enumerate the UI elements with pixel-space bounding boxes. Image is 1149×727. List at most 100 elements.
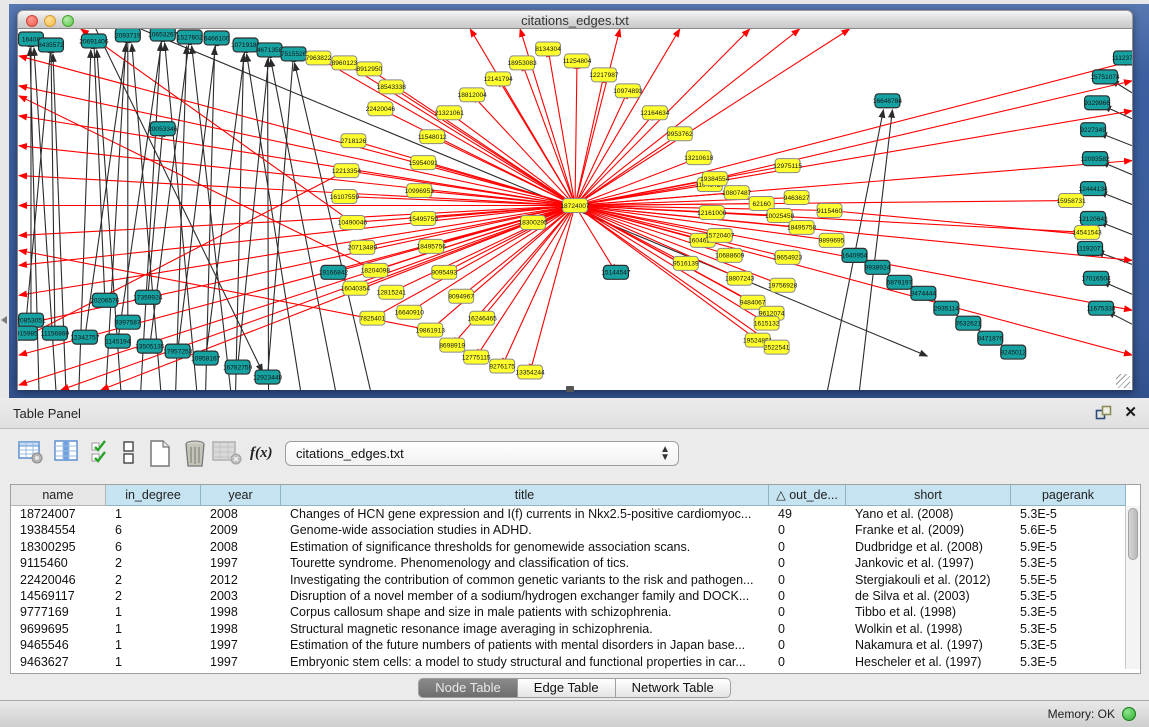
citation-edge-black[interactable]: [236, 54, 244, 390]
table-cell: Stergiakouli et al. (2012): [846, 572, 1011, 588]
column-header-pagerank[interactable]: pagerank: [1011, 485, 1126, 506]
column-header-out-de-[interactable]: △ out_de...: [769, 485, 846, 506]
table-row[interactable]: 2242004622012Investigating the contribut…: [11, 572, 1140, 588]
graph-node-label: 6466100: [204, 35, 230, 42]
citation-edge-black[interactable]: [192, 46, 231, 390]
citation-edge-red[interactable]: [19, 176, 575, 206]
table-row[interactable]: 1938455462009Genome-wide association stu…: [11, 522, 1140, 538]
table-cell: Disruption of a novel member of a sodium…: [281, 588, 769, 604]
table-row[interactable]: 977716911998Corpus callosum shape and si…: [11, 604, 1140, 620]
citation-edge-red[interactable]: [575, 61, 1132, 206]
table-cell: Hescheler et al. (1997): [846, 654, 1011, 670]
citation-edge-red[interactable]: [575, 111, 1132, 206]
graph-node-label: 10974893: [613, 88, 643, 95]
table-row[interactable]: 911546021997Tourette syndrome. Phenomeno…: [11, 555, 1140, 571]
citation-edge-black[interactable]: [206, 47, 215, 390]
close-panel-icon[interactable]: ✕: [1124, 403, 1137, 421]
table-cell: 2: [106, 555, 201, 571]
table-cell: 5.3E-5: [1011, 506, 1126, 522]
graph-node-label: 12093582: [1080, 156, 1110, 163]
memory-ok-indicator: [1122, 707, 1136, 721]
column-header-name[interactable]: name: [11, 485, 106, 506]
citation-edge-black[interactable]: [268, 59, 269, 390]
column-header-year[interactable]: year: [201, 485, 281, 506]
tab-node-table[interactable]: Node Table: [418, 678, 518, 698]
citation-edge-red[interactable]: [575, 61, 577, 206]
table-cell: 18724007: [11, 506, 106, 522]
resize-grip[interactable]: [1116, 374, 1130, 388]
graph-node-label: 10688609: [715, 253, 745, 260]
graph-node-label: 10958167: [191, 355, 221, 362]
graph-node-label: 12217987: [589, 72, 619, 79]
graph-node-label: 9245012: [1000, 349, 1026, 356]
citation-edge-black[interactable]: [85, 35, 128, 337]
table-settings-icon[interactable]: [18, 439, 44, 469]
citation-network-graph[interactable]: 1640884355722069140620937191065326715276…: [18, 29, 1132, 390]
cytoscape-app: citations_edges.txt 16408843557220691406…: [0, 0, 1149, 727]
graph-node-label: 19654923: [773, 255, 803, 262]
table-row[interactable]: 969969511998Structural magnetic resonanc…: [11, 621, 1140, 637]
graph-node-label: 18543338: [377, 84, 407, 91]
row-height-icon[interactable]: [122, 439, 148, 469]
citation-edge-red[interactable]: [575, 206, 788, 258]
graph-node-label: 10653267: [148, 31, 178, 38]
float-panel-icon[interactable]: [1095, 405, 1113, 421]
citation-edge-red[interactable]: [472, 95, 575, 206]
scrollbar-thumb[interactable]: [1128, 508, 1138, 560]
new-table-icon[interactable]: [147, 439, 173, 469]
graph-node-label: 16640910: [395, 310, 425, 317]
table-cell: Franke et al. (2009): [846, 522, 1011, 538]
delete-table-icon[interactable]: [182, 439, 208, 469]
table-row[interactable]: 1872400712008Changes of HCN gene express…: [11, 506, 1140, 522]
graph-node-label: 11548012: [418, 134, 447, 141]
citation-edge-black[interactable]: [268, 54, 294, 377]
citation-edge-red[interactable]: [19, 86, 575, 206]
select-rows-icon[interactable]: [90, 439, 116, 469]
table-cell: 0: [769, 572, 846, 588]
graph-node-label: 18812004: [458, 92, 488, 99]
table-row[interactable]: 946362711997Embryonic stem cells: a mode…: [11, 654, 1140, 670]
table-header-row: namein_degreeyeartitle△ out_de...shortpa…: [11, 485, 1140, 506]
graph-node-label: 19756928: [768, 283, 798, 290]
table-cell: 1997: [201, 555, 281, 571]
table-row[interactable]: 1830029562008Estimation of significance …: [11, 539, 1140, 555]
table-cell: Estimation of significance thresholds fo…: [281, 539, 769, 555]
table-cell: 5.3E-5: [1011, 637, 1126, 653]
table-row[interactable]: 946554611997Estimation of the future num…: [11, 637, 1140, 653]
split-divider-handle[interactable]: [566, 386, 574, 392]
citation-edge-black[interactable]: [165, 43, 197, 390]
column-header-in-degree[interactable]: in_degree: [106, 485, 201, 506]
graph-node-label: 9516139: [673, 261, 699, 268]
table-cell: 5.9E-5: [1011, 539, 1126, 555]
graph-node-label: 11156869: [41, 330, 70, 337]
graph-node-label: 16040354: [341, 286, 371, 293]
citation-edge-red[interactable]: [830, 210, 1085, 234]
network-window-titlebar[interactable]: citations_edges.txt: [17, 10, 1133, 29]
column-header-short[interactable]: short: [846, 485, 1011, 506]
graph-node-label: 9938924: [865, 265, 891, 272]
delete-columns-icon[interactable]: [212, 439, 238, 469]
table-cell: 1: [106, 604, 201, 620]
table-cell: 14569117: [11, 588, 106, 604]
network-canvas[interactable]: 1640884355722069140620937191065326715276…: [17, 29, 1133, 390]
graph-node-label: 15958731: [1056, 198, 1086, 205]
graph-node-label: 12213354: [332, 168, 362, 175]
table-cell: 9465546: [11, 637, 106, 653]
graph-node-label: 20713489: [348, 245, 378, 252]
graph-node-label: 17957253: [163, 348, 193, 355]
graph-node-label: 16246465: [468, 315, 498, 322]
network-table-select[interactable]: citations_edges.txt ▲▼: [285, 441, 679, 466]
tab-network-table[interactable]: Network Table: [616, 678, 731, 698]
graph-node-label: 17359924: [133, 295, 163, 302]
table-scrollbar[interactable]: [1125, 506, 1140, 669]
tab-edge-table[interactable]: Edge Table: [518, 678, 616, 698]
table-cell: 2012: [201, 572, 281, 588]
column-header-title[interactable]: title: [281, 485, 769, 506]
table-row[interactable]: 1456911722003Disruption of a novel membe…: [11, 588, 1140, 604]
citation-edge-red[interactable]: [575, 29, 800, 206]
function-builder-icon[interactable]: f(x): [250, 445, 276, 475]
column-select-icon[interactable]: [54, 439, 80, 469]
table-cell: Jankovic et al. (1997): [846, 555, 1011, 571]
table-cell: 0: [769, 522, 846, 538]
collapse-arrow-icon[interactable]: [1, 316, 7, 324]
